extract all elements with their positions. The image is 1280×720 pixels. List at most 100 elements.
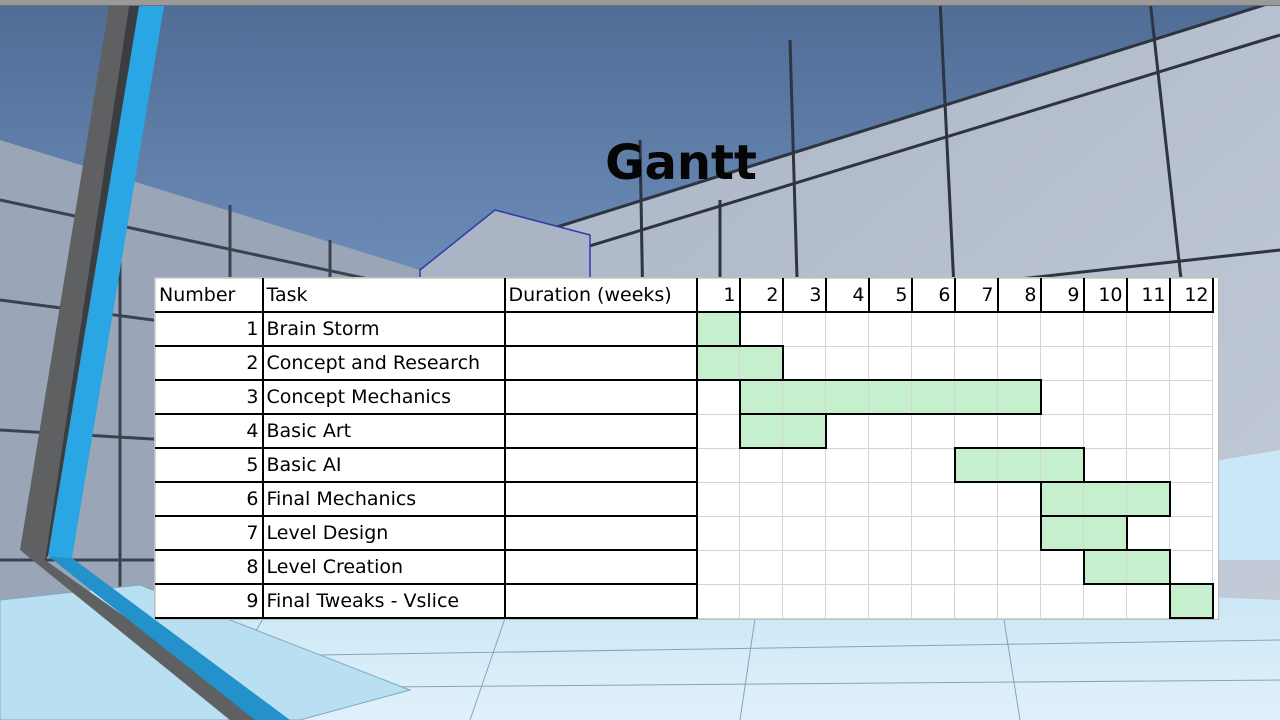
week-cell <box>868 549 912 585</box>
week-cell <box>1126 345 1170 381</box>
week-header: 2 <box>739 278 784 313</box>
table-row: 8 Level Creation <box>155 549 1213 585</box>
week-cell <box>696 481 740 517</box>
task-duration <box>504 311 698 347</box>
gantt-bar-segment <box>1168 583 1214 619</box>
week-cell <box>782 583 826 619</box>
week-cell <box>1169 515 1213 551</box>
task-number: 5 <box>155 447 264 483</box>
week-cell <box>1126 413 1170 449</box>
week-cell <box>954 549 998 585</box>
table-row: 3 Concept Mechanics <box>155 379 1213 415</box>
week-cell <box>696 549 740 585</box>
week-cell <box>739 481 783 517</box>
week-cell <box>739 515 783 551</box>
week-cell <box>782 549 826 585</box>
week-cell <box>997 515 1041 551</box>
table-row: 6 Final Mechanics <box>155 481 1213 517</box>
task-duration <box>504 345 698 381</box>
week-cell <box>1169 447 1213 483</box>
week-cell <box>739 447 783 483</box>
week-cell <box>1083 447 1127 483</box>
week-cell <box>825 515 869 551</box>
week-cell <box>1126 583 1170 619</box>
table-row: 4 Basic Art <box>155 413 1213 449</box>
week-cell <box>782 447 826 483</box>
top-bar <box>0 0 1280 6</box>
week-cell <box>911 311 955 347</box>
week-cell <box>954 413 998 449</box>
week-header: 11 <box>1126 278 1171 313</box>
week-cell <box>911 345 955 381</box>
week-cell <box>997 583 1041 619</box>
week-cell <box>825 549 869 585</box>
gantt-bar-segment <box>738 379 783 415</box>
week-cell <box>782 481 826 517</box>
header-row: Number Task Duration (weeks) 1 2 3 4 5 6 7 8 9 10… <box>155 278 1214 313</box>
table-row: 9 Final Tweaks - Vslice <box>155 583 1214 619</box>
week-cell <box>911 413 955 449</box>
week-cell <box>825 413 869 449</box>
header-number: Number <box>155 278 264 313</box>
week-cell <box>868 447 912 483</box>
gantt-body: 1 Brain Storm 2 Concept and Research 3 Concep… <box>155 311 1214 619</box>
task-number: 2 <box>155 345 264 381</box>
week-cell <box>825 311 869 347</box>
week-cell <box>1169 311 1213 347</box>
gantt-bar-segment <box>1083 515 1128 551</box>
gantt-bar-segment <box>954 379 998 415</box>
task-name: Final Mechanics <box>262 481 506 517</box>
table-row: 1 Brain Storm <box>155 311 1213 347</box>
week-cell <box>825 481 869 517</box>
task-duration <box>504 583 698 619</box>
week-cell <box>739 549 783 585</box>
week-cell <box>1083 583 1127 619</box>
task-duration <box>504 447 698 483</box>
week-cell <box>868 345 912 381</box>
week-cell <box>1126 515 1170 551</box>
task-name: Level Creation <box>262 549 506 585</box>
gantt-bar-segment <box>739 345 784 381</box>
task-number: 9 <box>155 583 264 619</box>
gantt-bar-segment <box>997 447 1041 483</box>
gantt-bar-segment <box>1126 549 1171 585</box>
week-cell <box>1040 311 1084 347</box>
week-header: 6 <box>911 278 956 313</box>
week-cell <box>696 413 740 449</box>
header-duration: Duration (weeks) <box>504 278 698 313</box>
header-task: Task <box>262 278 506 313</box>
week-cell <box>782 311 826 347</box>
week-cell <box>868 583 912 619</box>
week-cell <box>911 515 955 551</box>
gantt-bar-segment <box>997 379 1042 415</box>
week-header: 8 <box>997 278 1042 313</box>
week-header: 7 <box>954 278 999 313</box>
week-cell <box>696 447 740 483</box>
gantt-bar-segment <box>911 379 955 415</box>
task-duration <box>504 379 698 415</box>
week-cell <box>997 549 1041 585</box>
table-row: 2 Concept and Research <box>155 345 1213 381</box>
week-cell <box>739 311 783 347</box>
task-duration <box>504 481 698 517</box>
gantt-bar-segment <box>1039 481 1084 517</box>
week-cell <box>954 311 998 347</box>
table-row: 7 Level Design <box>155 515 1213 551</box>
week-cell <box>1126 379 1170 415</box>
week-cell <box>1040 549 1084 585</box>
task-number: 8 <box>155 549 264 585</box>
week-cell <box>997 311 1041 347</box>
week-cell <box>696 583 740 619</box>
task-duration <box>504 413 698 449</box>
task-number: 7 <box>155 515 264 551</box>
task-number: 1 <box>155 311 264 347</box>
week-cell <box>954 583 998 619</box>
gantt-bar-segment <box>868 379 912 415</box>
week-cell <box>1040 413 1084 449</box>
week-cell <box>1083 379 1127 415</box>
week-header: 12 <box>1169 278 1214 313</box>
week-cell <box>1169 481 1213 517</box>
week-cell <box>911 549 955 585</box>
gantt-bar-segment <box>695 311 741 347</box>
week-cell <box>868 481 912 517</box>
